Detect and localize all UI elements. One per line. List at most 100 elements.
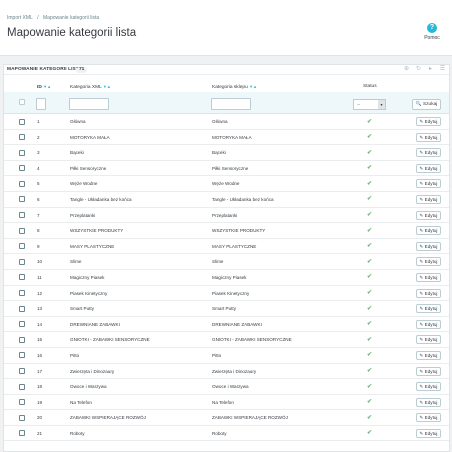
status-enabled-icon[interactable]: ✔: [367, 164, 372, 171]
table-row[interactable]: 4 Piłki Sensoryczne Piłki Sensoryczne ✔ ✎ Ed…: [4, 161, 449, 177]
status-enabled-icon[interactable]: ✔: [367, 429, 372, 436]
status-enabled-icon[interactable]: ✔: [367, 320, 372, 327]
select-all-checkbox[interactable]: [19, 99, 25, 105]
table-row[interactable]: 6 Tangle - Układanka bez końca Tangle - Uk…: [4, 192, 449, 208]
edit-button[interactable]: ✎ Edytuj: [416, 148, 441, 158]
table-row[interactable]: 5 Węże Wodne Węże Wodne ✔ ✎ Edytuj: [4, 176, 449, 192]
edit-button[interactable]: ✎ Edytuj: [416, 397, 441, 407]
xml-category-filter-input[interactable]: [69, 98, 109, 110]
shop-category-filter-input[interactable]: [211, 98, 251, 110]
refresh-icon[interactable]: ↻: [415, 66, 422, 73]
status-enabled-icon[interactable]: ✔: [367, 227, 372, 234]
edit-button[interactable]: ✎ Edytuj: [416, 428, 441, 438]
edit-button[interactable]: ✎ Edytuj: [416, 335, 441, 345]
row-checkbox[interactable]: [19, 305, 25, 312]
status-enabled-icon[interactable]: ✔: [367, 383, 372, 390]
table-row[interactable]: 15 GNIOTKI - ZABAWKI SENSORYCZNE GNIOTKI -…: [4, 332, 449, 348]
edit-button[interactable]: ✎ Edytuj: [416, 226, 441, 236]
edit-button[interactable]: ✎ Edytuj: [416, 257, 441, 267]
column-id[interactable]: ID ▼▲: [37, 84, 51, 90]
edit-button[interactable]: ✎ Edytuj: [416, 194, 441, 204]
row-checkbox[interactable]: [19, 336, 25, 343]
row-checkbox[interactable]: [19, 118, 25, 125]
table-row[interactable]: 9 MASY PLASTYCZNE MASY PLASTYCZNE ✔ ✎ Edytuj: [4, 239, 449, 255]
table-row[interactable]: 11 Magiczny Piasek Magiczny Piasek ✔ ✎ Edytu…: [4, 270, 449, 286]
row-checkbox[interactable]: [19, 196, 25, 203]
row-checkbox[interactable]: [19, 383, 25, 390]
table-row[interactable]: 13 Smart Putty Smart Putty ✔ ✎ Edytuj: [4, 301, 449, 317]
status-enabled-icon[interactable]: ✔: [367, 133, 372, 140]
status-enabled-icon[interactable]: ✔: [367, 195, 372, 202]
table-row[interactable]: 7 Przeplatanki Przeplatanki ✔ ✎ Edytuj: [4, 208, 449, 224]
edit-button[interactable]: ✎ Edytuj: [416, 241, 441, 251]
row-checkbox[interactable]: [19, 399, 25, 406]
table-row[interactable]: 1 Główna Główna ✔ ✎ Edytuj: [4, 114, 449, 130]
table-row[interactable]: 2 MOTORYKA MAŁA MOTORYKA MAŁA ✔ ✎ Edytuj: [4, 130, 449, 146]
status-enabled-icon[interactable]: ✔: [367, 367, 372, 374]
row-checkbox[interactable]: [19, 321, 25, 328]
edit-button[interactable]: ✎ Edytuj: [416, 304, 441, 314]
row-checkbox[interactable]: [19, 430, 25, 437]
column-shop-category[interactable]: Kategoria sklepu ▼▲: [212, 84, 257, 90]
row-checkbox[interactable]: [19, 243, 25, 250]
table-row[interactable]: 12 Piasek Kinetyczny Piasek Kinetyczny ✔ ✎ E…: [4, 286, 449, 302]
status-enabled-icon[interactable]: ✔: [367, 242, 372, 249]
status-enabled-icon[interactable]: ✔: [367, 258, 372, 265]
table-row[interactable]: 19 Na Telefon Na Telefon ✔ ✎ Edytuj: [4, 395, 449, 411]
edit-button[interactable]: ✎ Edytuj: [416, 366, 441, 376]
status-enabled-icon[interactable]: ✔: [367, 398, 372, 405]
search-button[interactable]: 🔍 Szukaj: [412, 99, 441, 110]
edit-button[interactable]: ✎ Edytuj: [416, 319, 441, 329]
status-enabled-icon[interactable]: ✔: [367, 273, 372, 280]
status-enabled-icon[interactable]: ✔: [367, 118, 372, 125]
table-row[interactable]: 10 Slime Slime ✔ ✎ Edytuj: [4, 254, 449, 270]
status-enabled-icon[interactable]: ✔: [367, 180, 372, 187]
edit-button[interactable]: ✎ Edytuj: [416, 163, 441, 173]
table-row[interactable]: 3 Bąceki Bąceki ✔ ✎ Edytuj: [4, 145, 449, 161]
row-checkbox[interactable]: [19, 165, 25, 172]
row-checkbox[interactable]: [19, 258, 25, 265]
sort-asc-icon[interactable]: ▲: [107, 84, 111, 89]
row-checkbox[interactable]: [19, 149, 25, 156]
status-enabled-icon[interactable]: ✔: [367, 414, 372, 421]
row-checkbox[interactable]: [19, 352, 25, 359]
status-filter-select[interactable]: -- ▾: [353, 99, 386, 110]
id-filter-input[interactable]: [36, 98, 46, 110]
table-row[interactable]: 20 ZABAWKI WSPIERAJĄCE ROZWÓJ ZABAWKI WSPI…: [4, 410, 449, 426]
help-button[interactable]: ? Pomoc: [421, 23, 443, 41]
row-checkbox[interactable]: [19, 368, 25, 374]
sort-asc-icon[interactable]: ▲: [253, 84, 257, 89]
row-checkbox[interactable]: [19, 227, 25, 234]
status-enabled-icon[interactable]: ✔: [367, 305, 372, 312]
row-checkbox[interactable]: [19, 134, 25, 141]
status-enabled-icon[interactable]: ✔: [367, 289, 372, 296]
status-enabled-icon[interactable]: ✔: [367, 149, 372, 156]
edit-button[interactable]: ✎ Edytuj: [416, 117, 441, 126]
row-checkbox[interactable]: [19, 414, 25, 421]
edit-button[interactable]: ✎ Edytuj: [416, 210, 441, 220]
table-row[interactable]: 18 Owoce i Warzywa Owoce i Warzywa ✔ ✎ Edytu…: [4, 379, 449, 395]
row-checkbox[interactable]: [19, 180, 25, 187]
edit-button[interactable]: ✎ Edytuj: [416, 382, 441, 392]
row-checkbox[interactable]: [19, 274, 25, 281]
edit-button[interactable]: ✎ Edytuj: [416, 413, 441, 423]
edit-button[interactable]: ✎ Edytuj: [416, 132, 441, 142]
table-row[interactable]: 16 Pitto Pitto ✔ ✎ Edytuj: [4, 348, 449, 364]
table-row[interactable]: 17 Zwierzęta i Dinozaury Zwierzęta i Dinoz…: [4, 364, 449, 380]
add-icon[interactable]: ⊕: [403, 66, 410, 73]
sort-asc-icon[interactable]: ▲: [47, 84, 51, 89]
table-row[interactable]: 8 WSZYSTKIE PRODUKTY WSZYSTKIE PRODUKTY ✔ ✎ …: [4, 223, 449, 239]
export-icon[interactable]: ▸: [427, 66, 434, 73]
column-xml-category[interactable]: Kategoria XML ▼▲: [70, 84, 111, 90]
sql-icon[interactable]: ☰: [439, 66, 446, 73]
edit-button[interactable]: ✎ Edytuj: [416, 288, 441, 298]
table-row[interactable]: 14 DREWNIANE ZABAWKI DREWNIANE ZABAWKI ✔ ✎ E…: [4, 317, 449, 333]
edit-button[interactable]: ✎ Edytuj: [416, 350, 441, 360]
status-enabled-icon[interactable]: ✔: [367, 211, 372, 218]
row-checkbox[interactable]: [19, 212, 25, 219]
breadcrumb-parent[interactable]: Import XML: [7, 15, 33, 21]
edit-button[interactable]: ✎ Edytuj: [416, 272, 441, 282]
status-enabled-icon[interactable]: ✔: [367, 336, 372, 343]
row-checkbox[interactable]: [19, 290, 25, 297]
table-row[interactable]: 21 Roboty Roboty ✔ ✎ Edytuj: [4, 426, 449, 442]
